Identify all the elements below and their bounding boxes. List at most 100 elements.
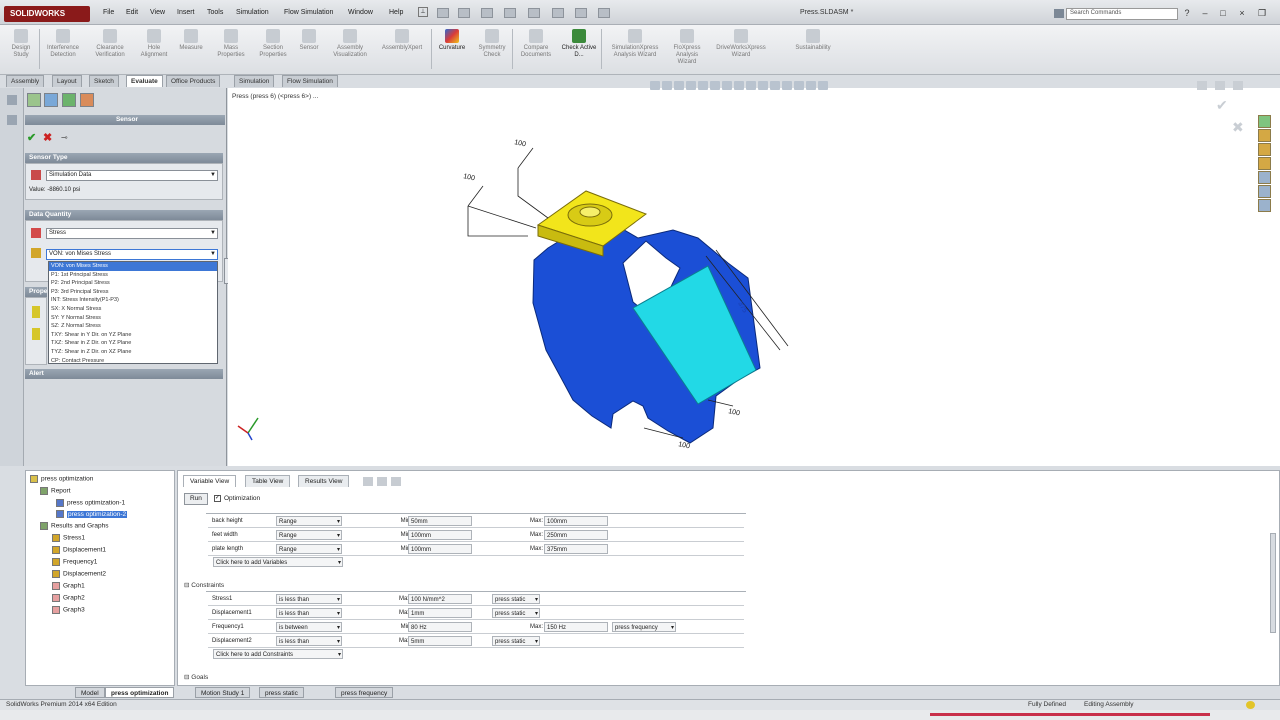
constraints-section-label[interactable]: ⊟ Constraints [184,581,224,589]
hide-show-icon[interactable] [722,81,732,90]
rebuild-status-icon[interactable] [1246,701,1255,709]
limit-input[interactable]: 80 Hz [408,622,472,632]
dim-label[interactable]: 100 [728,408,741,417]
menu-help[interactable]: Help [389,9,403,16]
properties-header[interactable]: Prope [25,287,47,297]
confirm-ok-icon[interactable]: ✔ [1216,97,1228,113]
alert-header[interactable]: Alert [25,369,223,379]
restore-icon[interactable]: ❐ [1255,7,1269,19]
print-icon[interactable] [504,8,516,18]
sensor-button[interactable]: Sensor [294,29,324,52]
menu-file[interactable]: File [103,9,114,16]
dim-label[interactable]: 100 [463,173,476,182]
dropdown-item[interactable]: CP: Contact Pressure [49,357,217,366]
display-pane-icon[interactable] [770,81,780,90]
constraint-name[interactable]: Displacement1 [210,608,270,618]
resources-icon[interactable] [1258,115,1271,128]
menu-edit[interactable]: Edit [126,9,138,16]
assemblyxpert-button[interactable]: AssemblyXpert [376,29,428,52]
tab-press-optimization[interactable]: press optimization [105,687,175,698]
assembly-visualization-button[interactable]: Assembly Visualization [326,29,374,59]
sensor-type-header[interactable]: Sensor Type [25,153,223,163]
refresh-icon[interactable] [391,477,401,486]
undo-icon[interactable] [528,8,540,18]
close-icon[interactable]: × [1235,7,1249,19]
condition-select[interactable]: is less than [276,636,342,647]
dropdown-item[interactable]: SY: Y Normal Stress [49,314,217,323]
dropdown-item[interactable]: P1: 1st Principal Stress [49,271,217,280]
monitor-icon[interactable] [806,81,816,90]
zoom-area-icon[interactable] [662,81,672,90]
graphics-area[interactable]: Press (press 6) (<press 6>) ... 100 100 … [228,88,1280,466]
previous-view-icon[interactable] [674,81,684,90]
property-icon[interactable] [7,115,17,125]
tree-graph[interactable]: Graph2 [52,594,85,602]
tab-variable-view[interactable]: Variable View [183,475,237,487]
floxpress-button[interactable]: FloXpress Analysis Wizard [668,29,706,66]
apply-scene-icon[interactable] [746,81,756,90]
tab-table-view[interactable]: Table View [245,475,291,487]
tab-motion-study-1[interactable]: Motion Study 1 [195,687,251,698]
view-palette-icon[interactable] [1258,157,1271,170]
constraint-name[interactable]: Displacement2 [210,636,270,646]
pushpin-icon[interactable]: ⊸ [61,133,68,142]
shadows-icon[interactable] [794,81,804,90]
menu-window[interactable]: Window [348,9,373,16]
tree-sensor[interactable]: Displacement1 [52,546,106,554]
tab-press-static[interactable]: press static [259,687,304,698]
menu-insert[interactable]: Insert [177,9,195,16]
tree-root[interactable]: press optimization [30,475,93,483]
ok-icon[interactable]: ✔ [27,131,36,144]
variable-type-select[interactable]: Range [276,530,342,541]
menu-view[interactable]: View [150,9,165,16]
max-input[interactable]: 100mm [544,516,608,526]
menu-simulation[interactable]: Simulation [236,9,269,16]
tab-evaluate[interactable]: Evaluate [126,75,163,87]
tree-graph[interactable]: Graph3 [52,606,85,614]
design-study-button[interactable]: Design Study [6,29,36,59]
dropdown-item[interactable]: VON: von Mises Stress [49,262,217,271]
dim-label[interactable]: 100 [678,441,691,450]
dropdown-item[interactable]: SZ: Z Normal Stress [49,322,217,331]
measure-button[interactable]: Measure [174,29,208,52]
tab-sketch[interactable]: Sketch [89,75,119,87]
select-icon[interactable] [552,8,564,18]
variable-name[interactable]: feet width [210,530,270,540]
min-input[interactable]: 50mm [408,516,472,526]
minimize-icon[interactable]: – [1198,7,1212,19]
variable-name[interactable]: back height [210,516,270,526]
new-icon[interactable] [437,8,449,18]
hole-alignment-button[interactable]: Hole Alignment [136,29,172,59]
file-explorer-icon[interactable] [1258,143,1271,156]
limit-input[interactable]: 100 N/mm^2 [408,594,472,604]
appearances-icon[interactable] [1258,171,1271,184]
check-active-document-button[interactable]: Check Active D... [560,29,598,59]
sensor-type-select[interactable]: Simulation Data ▼ [46,170,218,181]
edit-appearance-icon[interactable] [734,81,744,90]
study-select[interactable]: press frequency [612,622,676,633]
tree-report-item[interactable]: press optimization-2 [56,510,128,518]
pin-icon[interactable]: ⊥ [418,7,428,17]
view-settings-icon[interactable] [758,81,768,90]
limit-input[interactable]: 1mm [408,608,472,618]
propertymanager-tab-icon[interactable] [44,93,58,107]
window-restore-icon[interactable] [1215,81,1225,90]
goals-section-label[interactable]: ⊟ Goals [184,673,208,681]
realview-icon[interactable] [782,81,792,90]
min-input[interactable]: 100mm [408,544,472,554]
cancel-icon[interactable]: ✖ [43,131,52,144]
search-scope-icon[interactable] [1054,9,1064,18]
section-view-icon[interactable] [686,81,696,90]
run-button[interactable]: Run [184,493,208,505]
driveworksxpress-button[interactable]: DriveWorksXpress Wizard [708,29,774,59]
study-select[interactable]: press static [492,608,540,619]
tab-flow-simulation[interactable]: Flow Simulation [282,75,338,87]
menu-tools[interactable]: Tools [207,9,223,16]
study-select[interactable]: press static [492,636,540,647]
tree-sensor[interactable]: Stress1 [52,534,85,542]
help-dropdown-icon[interactable]: ? [1180,7,1194,19]
condition-select[interactable]: is between [276,622,342,633]
tab-press-frequency[interactable]: press frequency [335,687,394,698]
quantity-select[interactable]: Stress ▼ [46,228,218,239]
dropdown-item[interactable]: SX: X Normal Stress [49,305,217,314]
